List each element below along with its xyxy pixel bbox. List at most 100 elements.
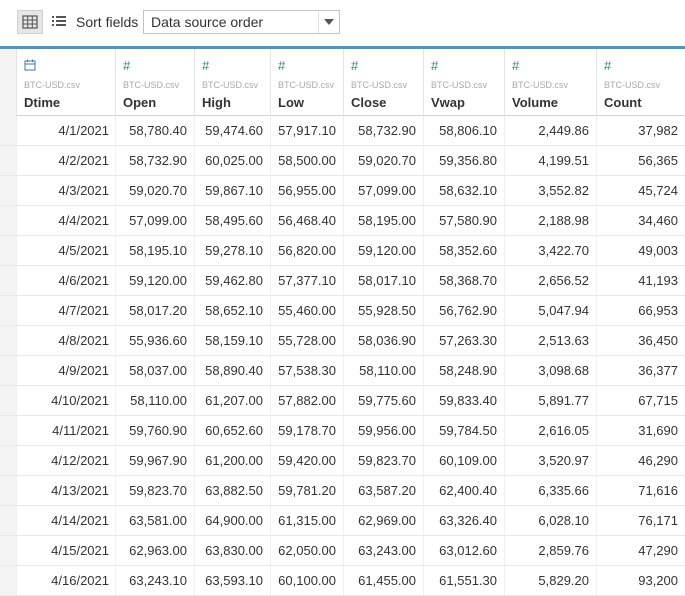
table-cell: 56,365 [596, 146, 685, 175]
table-cell: 2,859.76 [504, 536, 596, 565]
table-cell: 59,823.70 [115, 476, 194, 505]
table-row: 4/12/2021 59,967.90 61,200.00 59,420.00 59,8… [0, 446, 685, 476]
row-gutter [0, 116, 16, 145]
number-type-icon[interactable]: # [604, 59, 611, 72]
table-cell: 57,882.00 [270, 386, 343, 415]
table-cell: 3,098.68 [504, 356, 596, 385]
table-cell: 59,178.70 [270, 416, 343, 445]
table-cell: 2,188.98 [504, 206, 596, 235]
table-cell: 60,025.00 [194, 146, 270, 175]
table-cell: 57,580.90 [423, 206, 504, 235]
table-cell: 6,028.10 [504, 506, 596, 535]
table-cell: 58,632.10 [423, 176, 504, 205]
chevron-down-icon [324, 19, 334, 25]
table-cell: 31,690 [596, 416, 685, 445]
column-name: High [202, 95, 231, 110]
table-cell: 59,823.70 [343, 446, 423, 475]
table-cell: 63,581.00 [115, 506, 194, 535]
table-cell: 4/14/2021 [16, 506, 116, 535]
table-cell: 2,616.05 [504, 416, 596, 445]
number-type-icon[interactable]: # [431, 59, 438, 72]
table-cell: 59,784.50 [423, 416, 504, 445]
table-cell: 58,195.00 [343, 206, 423, 235]
column-header-0[interactable]: BTC-USD.csv Dtime [16, 49, 116, 116]
column-source: BTC-USD.csv [431, 80, 487, 90]
table-cell: 5,829.20 [504, 566, 596, 595]
table-cell: 45,724 [596, 176, 685, 205]
table-cell: 4/9/2021 [16, 356, 116, 385]
column-name: Dtime [24, 95, 61, 110]
grid-view-button[interactable] [17, 10, 43, 34]
table-cell: 46,290 [596, 446, 685, 475]
calendar-icon[interactable] [24, 59, 36, 73]
table-row: 4/4/2021 57,099.00 58,495.60 56,468.40 58,19… [0, 206, 685, 236]
list-view-button[interactable] [47, 10, 73, 34]
table-cell: 60,100.00 [270, 566, 343, 595]
table-cell: 62,963.00 [115, 536, 194, 565]
table-cell: 63,882.50 [194, 476, 270, 505]
row-gutter [0, 356, 16, 385]
column-header-6[interactable]: # BTC-USD.csv Volume [504, 49, 596, 116]
table-cell: 3,422.70 [504, 236, 596, 265]
sort-fields-label: Sort fields [76, 14, 139, 30]
column-header-5[interactable]: # BTC-USD.csv Vwap [423, 49, 504, 116]
table-cell: 4/5/2021 [16, 236, 116, 265]
table-cell: 4/1/2021 [16, 116, 116, 145]
column-name: Open [123, 95, 157, 110]
table-cell: 58,368.70 [423, 266, 504, 295]
table-cell: 76,171 [596, 506, 685, 535]
header-row: BTC-USD.csv Dtime # BTC-USD.csv Open # BTC-USD… [0, 46, 685, 116]
table-cell: 55,460.00 [270, 296, 343, 325]
table-cell: 4/6/2021 [16, 266, 116, 295]
table-cell: 67,715 [596, 386, 685, 415]
column-header-2[interactable]: # BTC-USD.csv High [194, 49, 270, 116]
column-header-4[interactable]: # BTC-USD.csv Close [343, 49, 423, 116]
table-cell: 3,552.82 [504, 176, 596, 205]
column-source: BTC-USD.csv [512, 80, 568, 90]
list-view-icon [52, 16, 66, 26]
table-cell: 59,967.90 [115, 446, 194, 475]
number-type-icon[interactable]: # [202, 59, 209, 72]
number-type-icon[interactable]: # [351, 59, 358, 72]
table-cell: 59,120.00 [343, 236, 423, 265]
table-cell: 58,652.10 [194, 296, 270, 325]
number-type-icon[interactable]: # [512, 59, 519, 72]
table-row: 4/3/2021 59,020.70 59,867.10 56,955.00 57,09… [0, 176, 685, 206]
number-type-icon[interactable]: # [123, 59, 130, 72]
table-cell: 58,017.10 [343, 266, 423, 295]
table-cell: 4/10/2021 [16, 386, 116, 415]
column-header-1[interactable]: # BTC-USD.csv Open [115, 49, 194, 116]
table-cell: 56,762.90 [423, 296, 504, 325]
table-cell: 59,356.80 [423, 146, 504, 175]
table-cell: 62,050.00 [270, 536, 343, 565]
table-cell: 4/12/2021 [16, 446, 116, 475]
column-header-7[interactable]: # BTC-USD.csv Count [596, 49, 685, 116]
table-cell: 4/13/2021 [16, 476, 116, 505]
table-cell: 4/4/2021 [16, 206, 116, 235]
column-name: Vwap [431, 95, 465, 110]
column-source: BTC-USD.csv [351, 80, 407, 90]
table-cell: 58,806.10 [423, 116, 504, 145]
table-cell: 59,278.10 [194, 236, 270, 265]
column-source: BTC-USD.csv [278, 80, 334, 90]
table-cell: 55,936.60 [115, 326, 194, 355]
table-cell: 60,109.00 [423, 446, 504, 475]
column-header-3[interactable]: # BTC-USD.csv Low [270, 49, 343, 116]
dropdown-arrow[interactable] [318, 11, 339, 33]
row-gutter [0, 476, 16, 505]
table-cell: 58,248.90 [423, 356, 504, 385]
number-type-icon[interactable]: # [278, 59, 285, 72]
table-cell: 61,551.30 [423, 566, 504, 595]
sort-fields-value: Data source order [151, 14, 264, 30]
table-cell: 59,474.60 [194, 116, 270, 145]
table-cell: 58,110.00 [115, 386, 194, 415]
table-row: 4/14/2021 63,581.00 64,900.00 61,315.00 62,9… [0, 506, 685, 536]
column-name: Close [351, 95, 387, 110]
sort-fields-select[interactable]: Data source order [143, 10, 340, 34]
grid-view-icon [22, 15, 38, 29]
table-cell: 58,352.60 [423, 236, 504, 265]
table-cell: 5,891.77 [504, 386, 596, 415]
table-row: 4/9/2021 58,037.00 58,890.40 57,538.30 58,11… [0, 356, 685, 386]
row-header-gutter [0, 49, 16, 116]
table-cell: 58,780.40 [115, 116, 194, 145]
